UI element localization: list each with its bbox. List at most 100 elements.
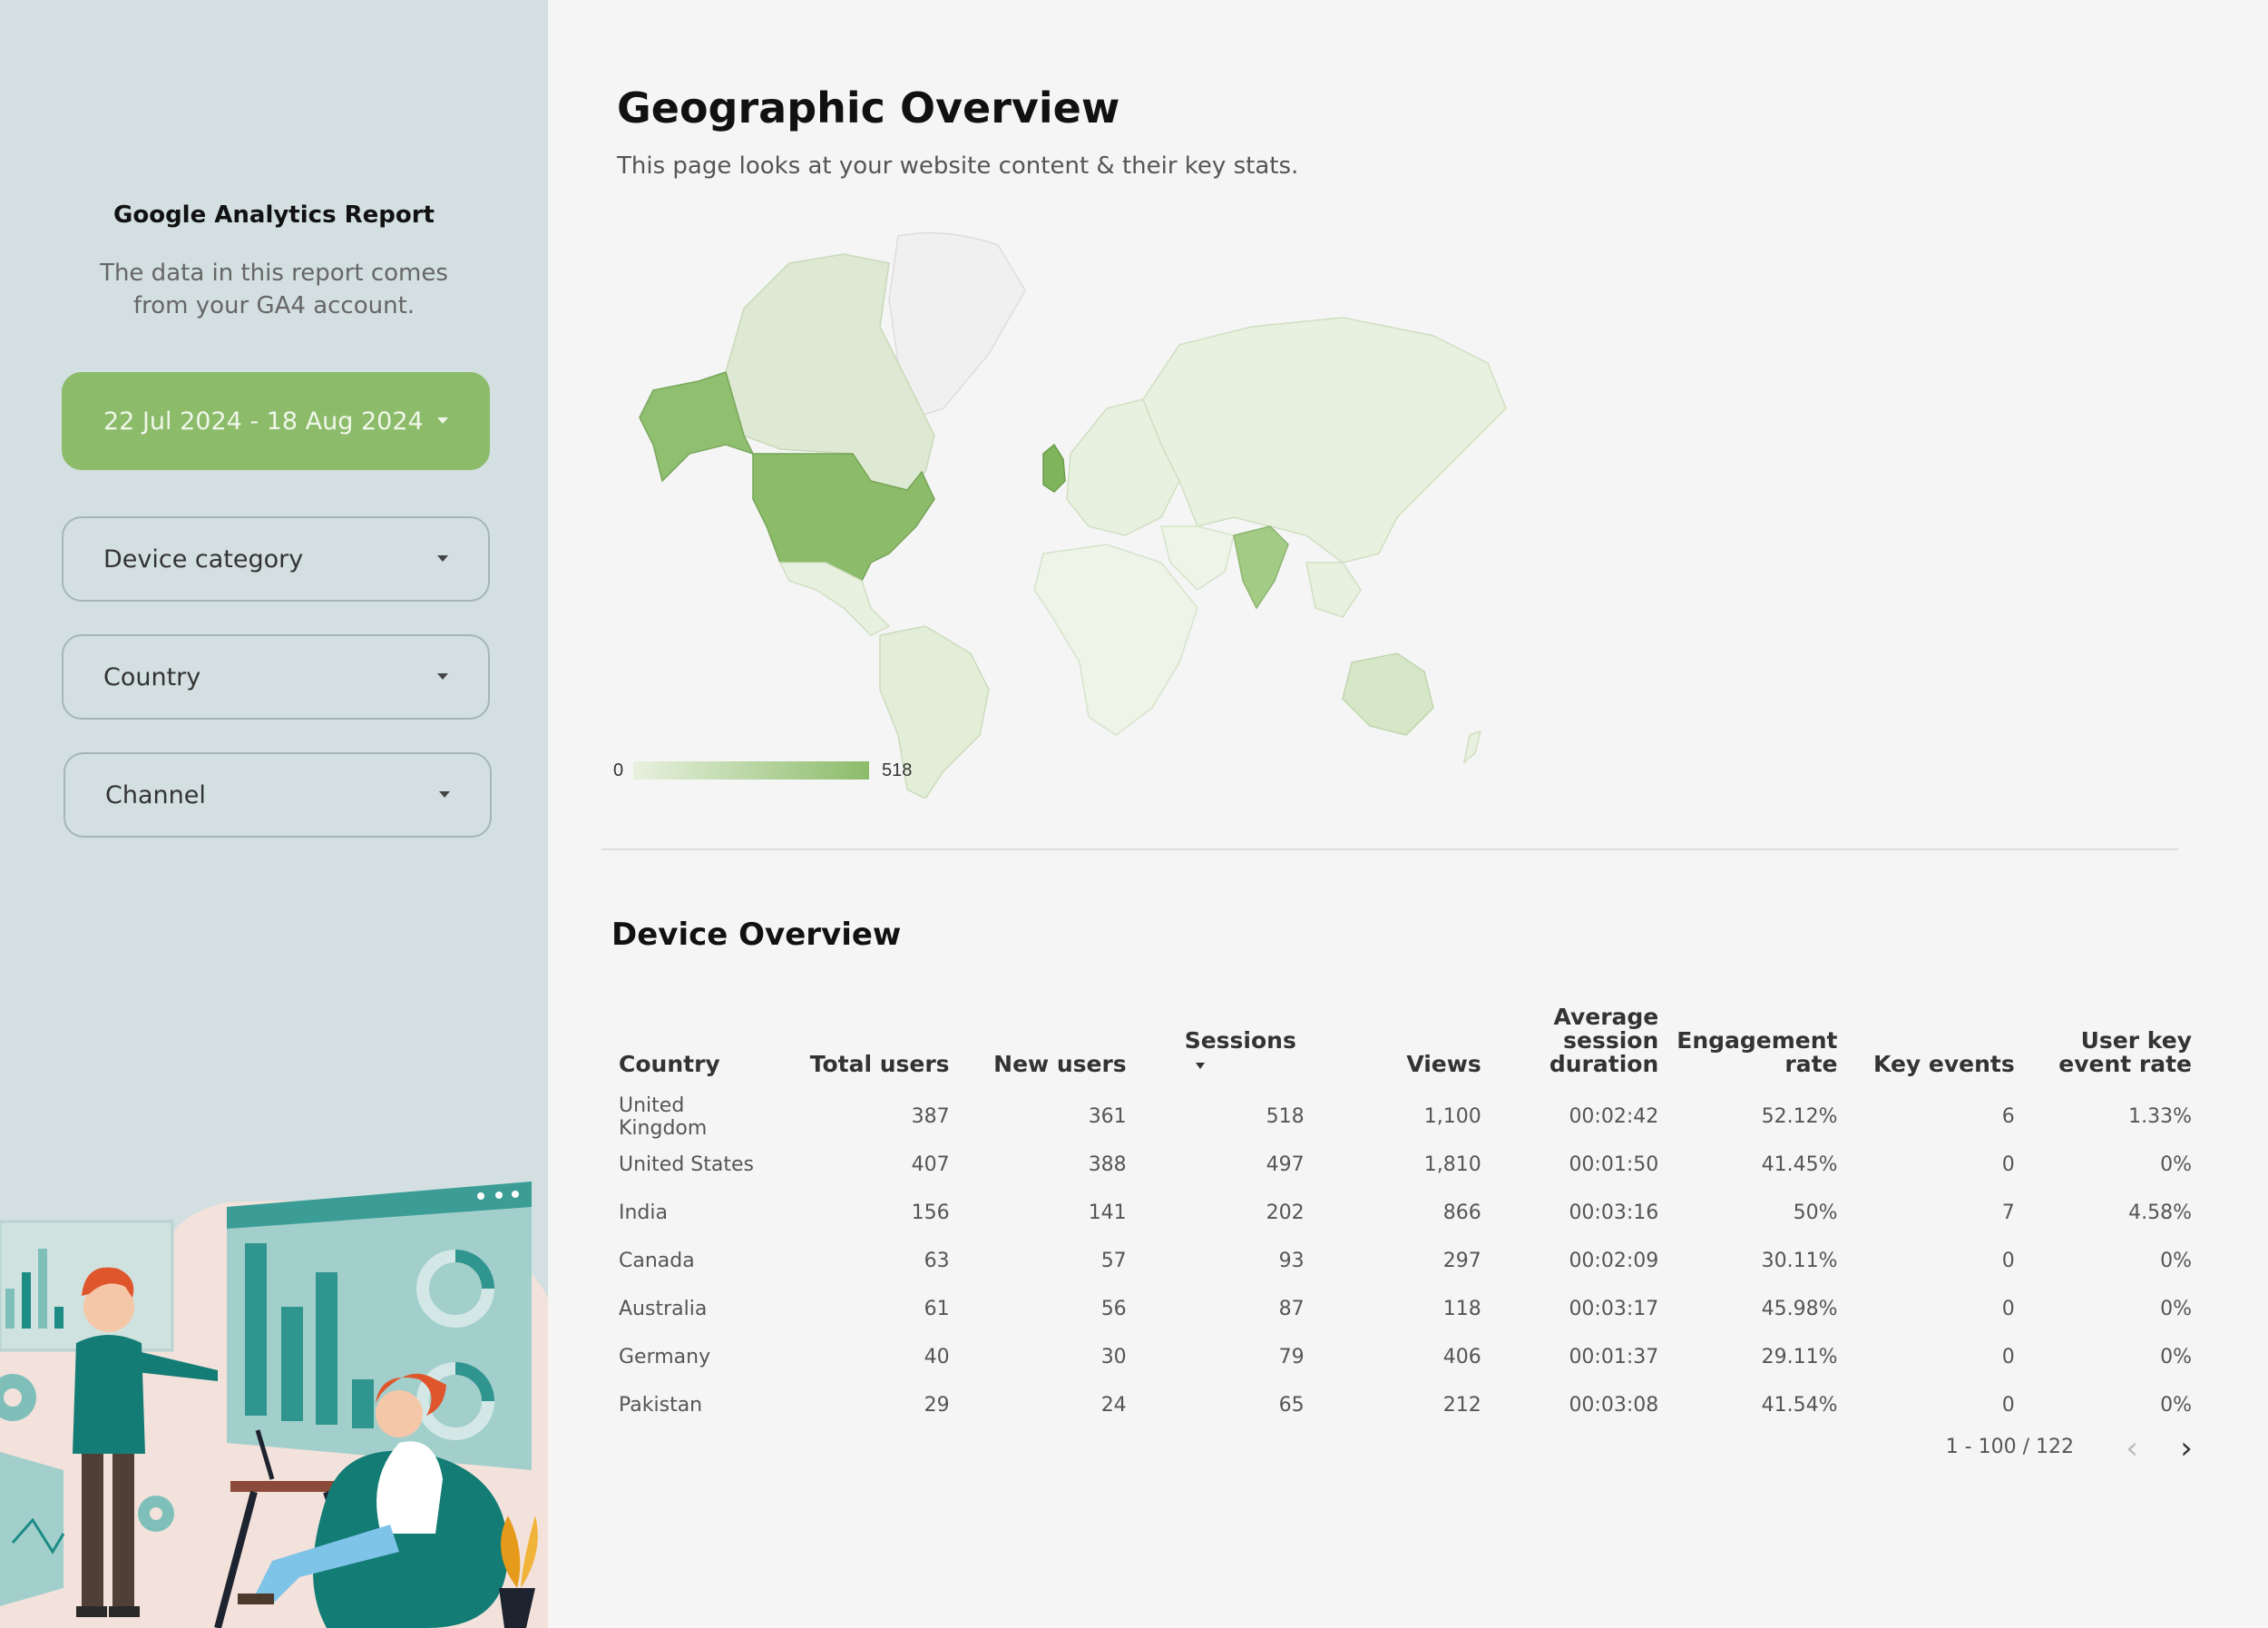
cell: 361	[1088, 1105, 1127, 1128]
cell-country: United Kingdom	[619, 1094, 708, 1140]
cell: 407	[911, 1153, 950, 1176]
cell: 156	[911, 1201, 950, 1224]
report-description: The data in this report comes from your …	[100, 260, 448, 319]
cell-country: India	[619, 1201, 668, 1224]
page-subtitle: This page looks at your website content …	[617, 152, 1299, 180]
date-range-picker[interactable]: 22 Jul 2024 - 18 Aug 2024	[62, 372, 490, 470]
table-row: Pakistan 29 24 65 212 00:03:08 41.54% 0 …	[610, 1381, 2201, 1429]
cell: 0%	[2160, 1346, 2192, 1368]
chevron-down-icon	[437, 417, 448, 424]
cell: 7	[2001, 1201, 2015, 1224]
column-new-users[interactable]: New users	[959, 1005, 1136, 1093]
map-region-united-kingdom	[1042, 443, 1066, 493]
cell: 0	[2001, 1250, 2015, 1272]
legend-min: 0	[613, 760, 623, 780]
column-key-events[interactable]: Key events	[1847, 1005, 2024, 1093]
table-row: Canada 63 57 93 297 00:02:09 30.11% 0 0%	[610, 1237, 2201, 1285]
cell: 406	[1442, 1346, 1481, 1368]
cell: 0%	[2160, 1153, 2192, 1176]
map-region-central-america	[778, 562, 891, 636]
cell: 45.98%	[1761, 1298, 1838, 1320]
cell: 41.54%	[1761, 1394, 1838, 1417]
cell: 0	[2001, 1153, 2015, 1176]
analytics-illustration	[0, 1182, 548, 1628]
cell: 1,810	[1423, 1153, 1481, 1176]
table-row: Germany 40 30 79 406 00:01:37 29.11% 0 0…	[610, 1333, 2201, 1381]
cell: 65	[1278, 1394, 1305, 1417]
column-country[interactable]: Country	[610, 1005, 781, 1093]
chevron-down-icon	[439, 791, 450, 798]
cell: 93	[1278, 1250, 1305, 1272]
table-row: United Kingdom 387 361 518 1,100 00:02:4…	[610, 1093, 2201, 1141]
cell: 0	[2001, 1346, 2015, 1368]
chevron-down-icon	[437, 555, 448, 562]
cell: 1,100	[1423, 1105, 1481, 1128]
column-user-key-event-rate[interactable]: User key event rate	[2024, 1005, 2201, 1093]
table-title: Device Overview	[611, 917, 902, 953]
cell: 497	[1266, 1153, 1305, 1176]
cell: 00:03:16	[1569, 1201, 1659, 1224]
cell: 29.11%	[1761, 1346, 1838, 1368]
map-region-india	[1233, 525, 1289, 610]
column-sessions[interactable]: Sessions	[1136, 1005, 1314, 1093]
cell-country: Australia	[619, 1298, 708, 1320]
column-total-users[interactable]: Total users	[781, 1005, 958, 1093]
device-overview-table: Country Total users New users Sessions V…	[610, 1005, 2201, 1429]
pagination-range: 1 - 100 / 122	[1945, 1436, 2074, 1458]
column-sessions-label: Sessions	[1184, 1027, 1296, 1054]
page-title: Geographic Overview	[617, 83, 1120, 132]
sort-desc-icon	[1195, 1062, 1205, 1069]
cell: 87	[1278, 1298, 1305, 1320]
cell: 50%	[1793, 1201, 1838, 1224]
table-header-row: Country Total users New users Sessions V…	[610, 1005, 2201, 1093]
cell: 52.12%	[1761, 1105, 1838, 1128]
column-views[interactable]: Views	[1314, 1005, 1491, 1093]
cell: 00:02:09	[1569, 1250, 1659, 1272]
cell: 4.58%	[2128, 1201, 2192, 1224]
cell: 388	[1088, 1153, 1127, 1176]
map-region-southeast-asia	[1305, 562, 1362, 618]
cell-country: Germany	[619, 1346, 711, 1368]
cell: 387	[911, 1105, 950, 1128]
device-category-filter[interactable]: Device category	[62, 516, 490, 602]
channel-filter[interactable]: Channel	[64, 752, 492, 838]
chevron-right-icon[interactable]: ›	[2168, 1432, 2204, 1468]
cell: 00:01:37	[1569, 1346, 1659, 1368]
cell: 24	[1100, 1394, 1127, 1417]
cell: 0%	[2160, 1394, 2192, 1417]
column-engagement-rate[interactable]: Engagement rate	[1667, 1005, 1846, 1093]
cell: 56	[1100, 1298, 1127, 1320]
sidebar: Google Analytics Report The data in this…	[0, 0, 548, 1628]
cell: 41.45%	[1761, 1153, 1838, 1176]
world-map[interactable]: 0 518	[599, 227, 1524, 799]
cell: 866	[1442, 1201, 1481, 1224]
cell: 30	[1100, 1346, 1127, 1368]
cell: 00:03:17	[1569, 1298, 1659, 1320]
section-divider	[601, 848, 2178, 850]
column-avg-session-duration[interactable]: Average session duration	[1491, 1005, 1668, 1093]
cell: 29	[924, 1394, 950, 1417]
cell: 79	[1278, 1346, 1305, 1368]
date-range-label: 22 Jul 2024 - 18 Aug 2024	[103, 407, 424, 436]
cell: 1.33%	[2128, 1105, 2192, 1128]
map-region-australia	[1342, 652, 1434, 736]
cell: 0	[2001, 1394, 2015, 1417]
legend-gradient	[633, 761, 869, 780]
chevron-left-icon[interactable]: ‹	[2114, 1432, 2150, 1468]
country-filter[interactable]: Country	[62, 634, 490, 720]
cell: 6	[2001, 1105, 2015, 1128]
cell: 40	[924, 1346, 950, 1368]
cell: 0%	[2160, 1298, 2192, 1320]
cell: 00:01:50	[1569, 1153, 1659, 1176]
map-region-new-zealand	[1462, 730, 1482, 764]
channel-label: Channel	[105, 780, 206, 809]
device-category-label: Device category	[103, 544, 304, 574]
cell: 212	[1442, 1394, 1481, 1417]
cell: 00:03:08	[1569, 1394, 1659, 1417]
cell: 297	[1442, 1250, 1481, 1272]
map-region-africa	[1033, 544, 1198, 736]
cell: 61	[924, 1298, 950, 1320]
cell: 141	[1088, 1201, 1127, 1224]
table-row: United States 407 388 497 1,810 00:01:50…	[610, 1141, 2201, 1189]
cell-country: United States	[619, 1153, 754, 1176]
